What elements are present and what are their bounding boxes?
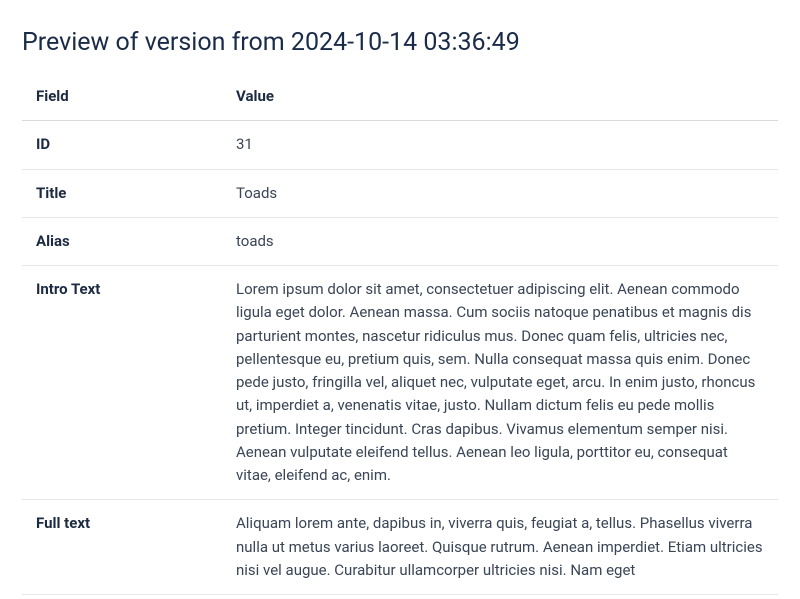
page-title: Preview of version from 2024-10-14 03:36… — [22, 0, 778, 73]
row-label-id: ID — [22, 121, 222, 169]
column-header-field: Field — [22, 73, 222, 121]
row-value-fulltext: Aliquam lorem ante, dapibus in, viverra … — [222, 500, 778, 595]
row-value-introtext: Lorem ipsum dolor sit amet, consectetuer… — [222, 266, 778, 500]
table-row: Alias toads — [22, 217, 778, 265]
row-label-title: Title — [22, 169, 222, 217]
row-value-id: 31 — [222, 121, 778, 169]
version-preview-table: Field Value ID 31 Title Toads Alias toad… — [22, 73, 778, 595]
table-row: Full text Aliquam lorem ante, dapibus in… — [22, 500, 778, 595]
row-value-title: Toads — [222, 169, 778, 217]
row-value-alias: toads — [222, 217, 778, 265]
table-header-row: Field Value — [22, 73, 778, 121]
row-label-alias: Alias — [22, 217, 222, 265]
table-row: Intro Text Lorem ipsum dolor sit amet, c… — [22, 266, 778, 500]
table-row: Title Toads — [22, 169, 778, 217]
table-row: ID 31 — [22, 121, 778, 169]
column-header-value: Value — [222, 73, 778, 121]
preview-container: Preview of version from 2024-10-14 03:36… — [0, 0, 800, 595]
row-label-fulltext: Full text — [22, 500, 222, 595]
row-label-introtext: Intro Text — [22, 266, 222, 500]
